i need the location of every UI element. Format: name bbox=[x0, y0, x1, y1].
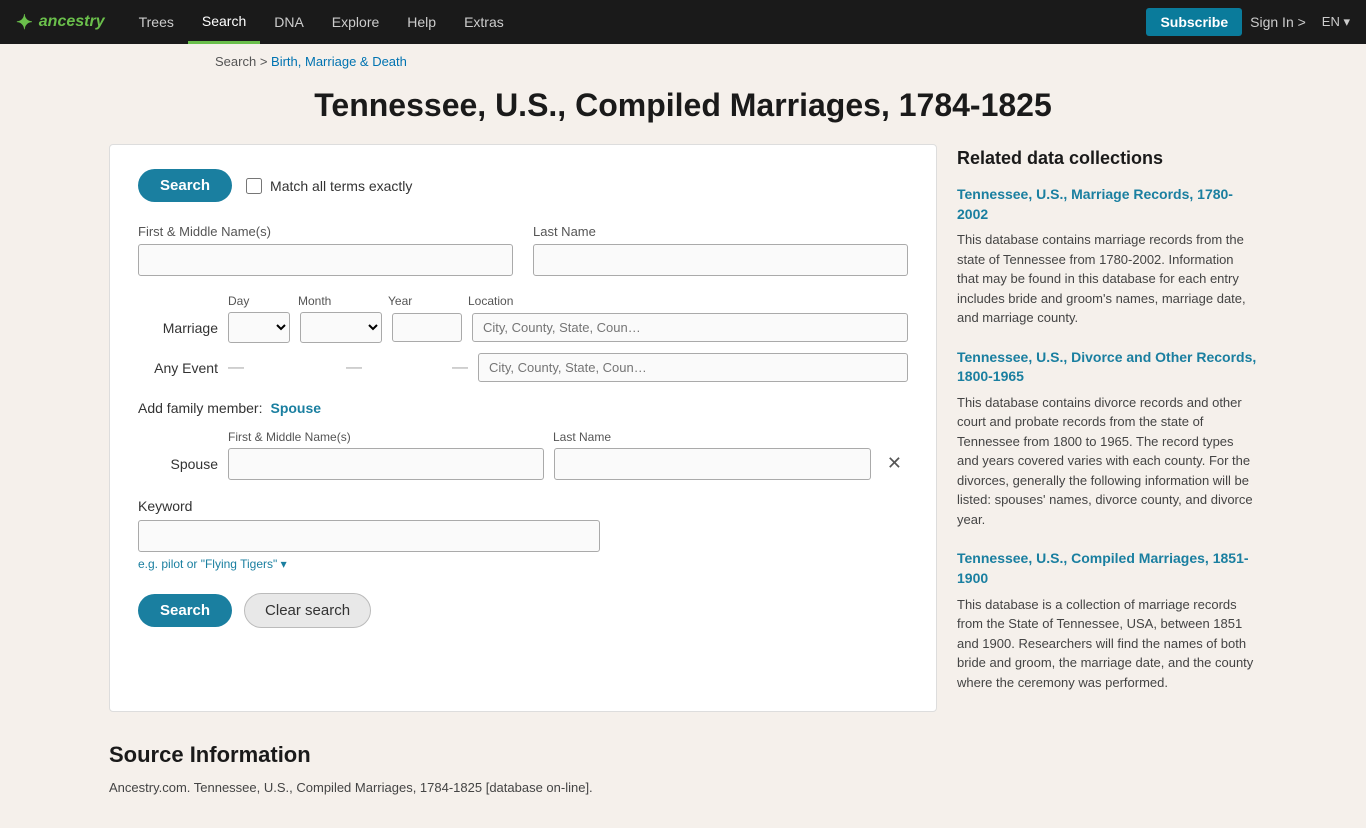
nav-extras[interactable]: Extras bbox=[450, 0, 518, 44]
related-desc-2: This database is a collection of marriag… bbox=[957, 595, 1257, 693]
spouse-row-label: Spouse bbox=[138, 456, 218, 480]
sidebar-title: Related data collections bbox=[957, 144, 1257, 169]
event-section: Marriage 12345 678910 1112131415 1617181… bbox=[138, 312, 908, 382]
nav-links: Trees Search DNA Explore Help Extras bbox=[125, 0, 1147, 44]
search-top-row: Search Match all terms exactly bbox=[138, 169, 908, 202]
marriage-row: Marriage 12345 678910 1112131415 1617181… bbox=[138, 312, 908, 343]
keyword-input[interactable] bbox=[138, 520, 600, 552]
date-sub-labels: Day Month Year Location bbox=[228, 294, 908, 308]
dash1: — bbox=[228, 359, 244, 377]
last-name-input[interactable] bbox=[533, 244, 908, 276]
breadcrumb-search: Search bbox=[215, 54, 256, 69]
any-event-row: Any Event — — — bbox=[138, 353, 908, 382]
navbar: ✦ ancestry Trees Search DNA Explore Help… bbox=[0, 0, 1366, 44]
remove-spouse-button[interactable]: ✕ bbox=[881, 453, 908, 480]
signin-button[interactable]: Sign In > bbox=[1250, 14, 1306, 30]
marriage-month-select[interactable]: JanFebMarApr MayJunJulAug SepOctNovDec bbox=[300, 312, 382, 343]
breadcrumb-link[interactable]: Birth, Marriage & Death bbox=[271, 54, 407, 69]
source-section: Source Information Ancestry.com. Tenness… bbox=[93, 742, 1273, 828]
related-item-1: Tennessee, U.S., Divorce and Other Recor… bbox=[957, 348, 1257, 530]
add-family-row: Add family member: Spouse bbox=[138, 400, 908, 416]
language-selector[interactable]: EN ▾ bbox=[1322, 14, 1350, 30]
nav-explore[interactable]: Explore bbox=[318, 0, 393, 44]
source-title: Source Information bbox=[109, 742, 1257, 768]
spouse-name-row: Spouse ✕ bbox=[138, 448, 908, 480]
logo-text: ancestry bbox=[39, 13, 105, 31]
related-desc-1: This database contains divorce records a… bbox=[957, 393, 1257, 530]
breadcrumb: Search > Birth, Marriage & Death bbox=[0, 44, 1366, 69]
spouse-first-input[interactable] bbox=[228, 448, 544, 480]
breadcrumb-separator: > bbox=[260, 54, 271, 69]
related-link-0[interactable]: Tennessee, U.S., Marriage Records, 1780-… bbox=[957, 185, 1257, 224]
match-exact-row: Match all terms exactly bbox=[246, 178, 412, 194]
month-label: Month bbox=[298, 294, 378, 308]
match-exact-label[interactable]: Match all terms exactly bbox=[270, 178, 412, 194]
last-name-label: Last Name bbox=[533, 224, 908, 239]
spouse-section: First & Middle Name(s) Last Name Spouse … bbox=[138, 430, 908, 480]
search-button-bottom[interactable]: Search bbox=[138, 594, 232, 627]
page-title: Tennessee, U.S., Compiled Marriages, 178… bbox=[0, 69, 1366, 144]
first-middle-group: First & Middle Name(s) bbox=[138, 224, 513, 276]
spouse-first-label: First & Middle Name(s) bbox=[228, 430, 543, 444]
nav-dna[interactable]: DNA bbox=[260, 0, 318, 44]
spouse-last-label: Last Name bbox=[553, 430, 868, 444]
location-label: Location bbox=[468, 294, 908, 308]
keyword-hint[interactable]: e.g. pilot or "Flying Tigers" ▾ bbox=[138, 557, 908, 571]
name-row: First & Middle Name(s) Last Name bbox=[138, 224, 908, 276]
first-middle-label: First & Middle Name(s) bbox=[138, 224, 513, 239]
marriage-year-input[interactable] bbox=[392, 313, 462, 342]
search-button-top[interactable]: Search bbox=[138, 169, 232, 202]
add-spouse-link[interactable]: Spouse bbox=[270, 400, 321, 416]
logo[interactable]: ✦ ancestry bbox=[16, 10, 105, 35]
related-item-0: Tennessee, U.S., Marriage Records, 1780-… bbox=[957, 185, 1257, 328]
marriage-label: Marriage bbox=[138, 320, 218, 336]
related-item-2: Tennessee, U.S., Compiled Marriages, 185… bbox=[957, 549, 1257, 692]
last-name-group: Last Name bbox=[533, 224, 908, 276]
first-middle-input[interactable] bbox=[138, 244, 513, 276]
spouse-last-input[interactable] bbox=[554, 448, 870, 480]
any-event-label: Any Event bbox=[138, 360, 218, 376]
year-label: Year bbox=[388, 294, 458, 308]
keyword-label: Keyword bbox=[138, 498, 908, 514]
related-desc-0: This database contains marriage records … bbox=[957, 230, 1257, 328]
keyword-section: Keyword e.g. pilot or "Flying Tigers" ▾ bbox=[138, 498, 908, 571]
match-exact-checkbox[interactable] bbox=[246, 178, 262, 194]
ancestry-logo-icon: ✦ bbox=[16, 10, 33, 35]
nav-trees[interactable]: Trees bbox=[125, 0, 188, 44]
nav-search[interactable]: Search bbox=[188, 0, 260, 44]
bottom-buttons: Search Clear search bbox=[138, 593, 908, 628]
marriage-location-input[interactable] bbox=[472, 313, 908, 342]
source-text: Ancestry.com. Tennessee, U.S., Compiled … bbox=[109, 778, 1257, 798]
clear-search-button[interactable]: Clear search bbox=[244, 593, 371, 628]
dash3: — bbox=[452, 359, 468, 377]
subscribe-button[interactable]: Subscribe bbox=[1146, 8, 1242, 36]
nav-right: Subscribe Sign In > EN ▾ bbox=[1146, 8, 1350, 36]
marriage-day-select[interactable]: 12345 678910 1112131415 1617181920 21222… bbox=[228, 312, 290, 343]
related-link-1[interactable]: Tennessee, U.S., Divorce and Other Recor… bbox=[957, 348, 1257, 387]
dash2: — bbox=[346, 359, 362, 377]
sidebar: Related data collections Tennessee, U.S.… bbox=[957, 144, 1257, 712]
any-event-location-input[interactable] bbox=[478, 353, 908, 382]
nav-help[interactable]: Help bbox=[393, 0, 450, 44]
day-label: Day bbox=[228, 294, 288, 308]
add-family-label: Add family member: bbox=[138, 400, 262, 416]
search-panel: Search Match all terms exactly First & M… bbox=[109, 144, 937, 712]
related-link-2[interactable]: Tennessee, U.S., Compiled Marriages, 185… bbox=[957, 549, 1257, 588]
main-layout: Search Match all terms exactly First & M… bbox=[93, 144, 1273, 742]
